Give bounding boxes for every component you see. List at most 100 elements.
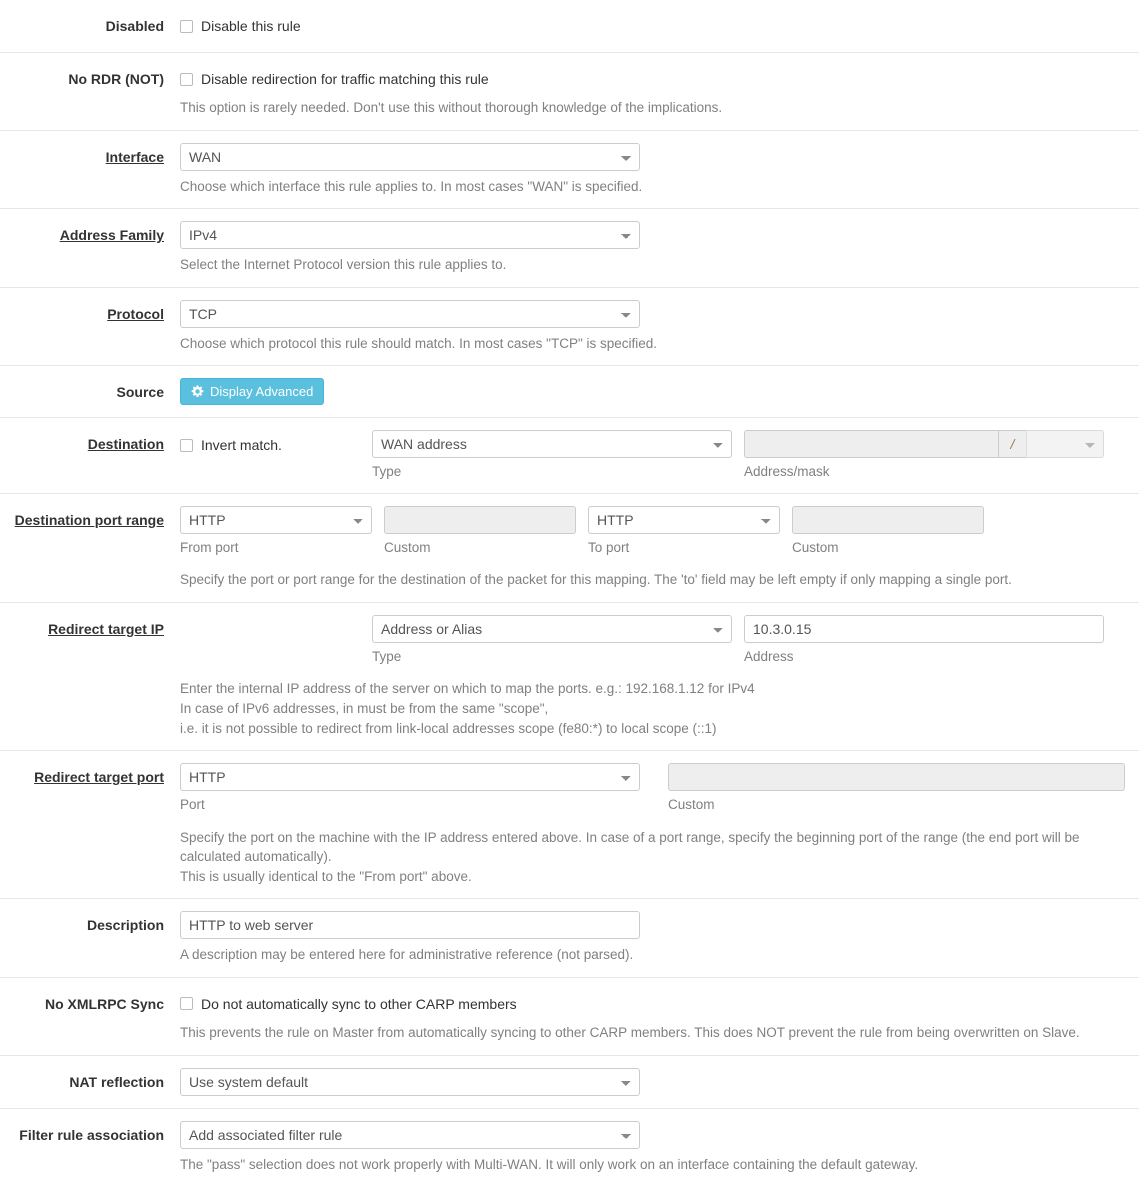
to-port-select[interactable]: HTTP bbox=[588, 506, 780, 534]
row-nat-reflection: NAT reflection Use system default bbox=[0, 1055, 1139, 1108]
field-disabled: Disable this rule bbox=[180, 12, 1139, 40]
label-no-rdr: No RDR (NOT) bbox=[0, 65, 180, 89]
gear-icon bbox=[191, 385, 204, 398]
label-protocol: Protocol bbox=[0, 300, 180, 324]
filter-rule-association-help: The "pass" selection does not work prope… bbox=[180, 1155, 1131, 1175]
redirect-target-port-select[interactable]: HTTP bbox=[180, 763, 640, 791]
to-custom-col: Custom bbox=[792, 506, 984, 557]
invert-match-label: Invert match. bbox=[201, 437, 282, 453]
no-xmlrpc-sync-checkbox[interactable] bbox=[180, 997, 193, 1010]
redirect-target-ip-controls: Address or Alias Type Address bbox=[180, 615, 1131, 666]
invert-match-checkbox[interactable] bbox=[180, 439, 193, 452]
redirect-target-ip-help-line1: Enter the internal IP address of the ser… bbox=[180, 679, 1131, 699]
from-custom-sublabel: Custom bbox=[384, 539, 576, 557]
destination-invert-col: Invert match. bbox=[180, 430, 372, 459]
row-filter-rule-association: Filter rule association Add associated f… bbox=[0, 1108, 1139, 1186]
address-family-select[interactable]: IPv4 bbox=[180, 221, 640, 249]
field-no-xmlrpc-sync: Do not automatically sync to other CARP … bbox=[180, 990, 1139, 1043]
redirect-target-address-sublabel: Address bbox=[744, 648, 1104, 666]
redirect-target-port-custom-input[interactable] bbox=[668, 763, 1125, 791]
label-filter-rule-association: Filter rule association bbox=[0, 1121, 180, 1145]
row-description: Description A description may be entered… bbox=[0, 898, 1139, 977]
field-destination: Invert match. WAN address Type / Addre bbox=[180, 430, 1139, 481]
from-port-sublabel: From port bbox=[180, 539, 372, 557]
row-protocol: Protocol TCP Choose which protocol this … bbox=[0, 287, 1139, 366]
field-address-family: IPv4 Select the Internet Protocol versio… bbox=[180, 221, 1139, 275]
invert-match-checkbox-wrap[interactable]: Invert match. bbox=[180, 431, 372, 459]
field-protocol: TCP Choose which protocol this rule shou… bbox=[180, 300, 1139, 354]
destination-controls: Invert match. WAN address Type / Addre bbox=[180, 430, 1131, 481]
no-xmlrpc-sync-checkbox-wrap[interactable]: Do not automatically sync to other CARP … bbox=[180, 990, 1131, 1018]
row-no-xmlrpc-sync: No XMLRPC Sync Do not automatically sync… bbox=[0, 977, 1139, 1055]
redirect-target-ip-help-line3: i.e. it is not possible to redirect from… bbox=[180, 719, 1131, 739]
no-rdr-checkbox[interactable] bbox=[180, 73, 193, 86]
field-source: Display Advanced bbox=[180, 378, 1139, 405]
label-destination-port-range: Destination port range bbox=[0, 506, 180, 530]
field-no-rdr: Disable redirection for traffic matching… bbox=[180, 65, 1139, 118]
redirect-target-ip-help-line2: In case of IPv6 addresses, in must be fr… bbox=[180, 699, 1131, 719]
destination-type-select[interactable]: WAN address bbox=[372, 430, 732, 458]
protocol-select[interactable]: TCP bbox=[180, 300, 640, 328]
redirect-port-col: HTTP Port bbox=[180, 763, 640, 814]
mask-separator: / bbox=[998, 430, 1026, 458]
redirect-port-custom-col: Custom bbox=[668, 763, 1131, 814]
to-port-sublabel: To port bbox=[588, 539, 780, 557]
from-custom-input[interactable] bbox=[384, 506, 576, 534]
row-disabled: Disabled Disable this rule bbox=[0, 0, 1139, 52]
row-redirect-target-port: Redirect target port HTTP Port Custom Sp… bbox=[0, 750, 1139, 898]
to-custom-sublabel: Custom bbox=[792, 539, 984, 557]
address-family-help: Select the Internet Protocol version thi… bbox=[180, 255, 1131, 275]
to-port-col: HTTP To port bbox=[588, 506, 780, 557]
label-nat-reflection: NAT reflection bbox=[0, 1068, 180, 1092]
from-custom-col: Custom bbox=[384, 506, 576, 557]
field-destination-port-range: HTTP From port Custom HTTP To port Custo… bbox=[180, 506, 1139, 590]
field-description: A description may be entered here for ad… bbox=[180, 911, 1139, 965]
from-port-col: HTTP From port bbox=[180, 506, 372, 557]
redirect-target-port-sublabel: Port bbox=[180, 796, 640, 814]
no-rdr-help: This option is rarely needed. Don't use … bbox=[180, 98, 1131, 118]
redirect-address-col: Address bbox=[744, 615, 1104, 666]
destination-port-controls: HTTP From port Custom HTTP To port Custo… bbox=[180, 506, 1131, 557]
field-interface: WAN Choose which interface this rule app… bbox=[180, 143, 1139, 197]
label-disabled: Disabled bbox=[0, 12, 180, 36]
row-address-family: Address Family IPv4 Select the Internet … bbox=[0, 208, 1139, 287]
destination-address-col: / Address/mask bbox=[744, 430, 1104, 481]
label-description: Description bbox=[0, 911, 180, 935]
redirect-target-type-sublabel: Type bbox=[372, 648, 732, 666]
label-redirect-target-ip: Redirect target IP bbox=[0, 615, 180, 639]
display-advanced-button[interactable]: Display Advanced bbox=[180, 378, 324, 405]
filter-rule-association-select[interactable]: Add associated filter rule bbox=[180, 1121, 640, 1149]
row-source: Source Display Advanced bbox=[0, 365, 1139, 417]
redirect-target-address-input[interactable] bbox=[744, 615, 1104, 643]
protocol-help: Choose which protocol this rule should m… bbox=[180, 334, 1131, 354]
redirect-target-type-select[interactable]: Address or Alias bbox=[372, 615, 732, 643]
label-destination: Destination bbox=[0, 430, 180, 454]
field-nat-reflection: Use system default bbox=[180, 1068, 1139, 1096]
no-xmlrpc-sync-label: Do not automatically sync to other CARP … bbox=[201, 996, 517, 1012]
disable-rule-checkbox-wrap[interactable]: Disable this rule bbox=[180, 12, 1131, 40]
no-rdr-label: Disable redirection for traffic matching… bbox=[201, 71, 489, 87]
destination-mask-select[interactable] bbox=[1026, 430, 1104, 458]
row-redirect-target-ip: Redirect target IP Address or Alias Type… bbox=[0, 602, 1139, 750]
disable-rule-checkbox[interactable] bbox=[180, 20, 193, 33]
description-input[interactable] bbox=[180, 911, 640, 939]
no-xmlrpc-sync-help: This prevents the rule on Master from au… bbox=[180, 1023, 1131, 1043]
redirect-target-port-controls: HTTP Port Custom bbox=[180, 763, 1131, 814]
redirect-type-col: Address or Alias Type bbox=[372, 615, 732, 666]
destination-type-col: WAN address Type bbox=[372, 430, 732, 481]
label-source: Source bbox=[0, 378, 180, 402]
no-rdr-checkbox-wrap[interactable]: Disable redirection for traffic matching… bbox=[180, 65, 1131, 93]
label-interface: Interface bbox=[0, 143, 180, 167]
label-no-xmlrpc-sync: No XMLRPC Sync bbox=[0, 990, 180, 1014]
row-interface: Interface WAN Choose which interface thi… bbox=[0, 130, 1139, 209]
label-redirect-target-port: Redirect target port bbox=[0, 763, 180, 787]
field-filter-rule-association: Add associated filter rule The "pass" se… bbox=[180, 1121, 1139, 1175]
description-help: A description may be entered here for ad… bbox=[180, 945, 1131, 965]
row-destination-port-range: Destination port range HTTP From port Cu… bbox=[0, 493, 1139, 602]
nat-reflection-select[interactable]: Use system default bbox=[180, 1068, 640, 1096]
destination-address-input[interactable] bbox=[744, 430, 998, 458]
row-no-rdr: No RDR (NOT) Disable redirection for tra… bbox=[0, 52, 1139, 130]
interface-select[interactable]: WAN bbox=[180, 143, 640, 171]
from-port-select[interactable]: HTTP bbox=[180, 506, 372, 534]
to-custom-input[interactable] bbox=[792, 506, 984, 534]
